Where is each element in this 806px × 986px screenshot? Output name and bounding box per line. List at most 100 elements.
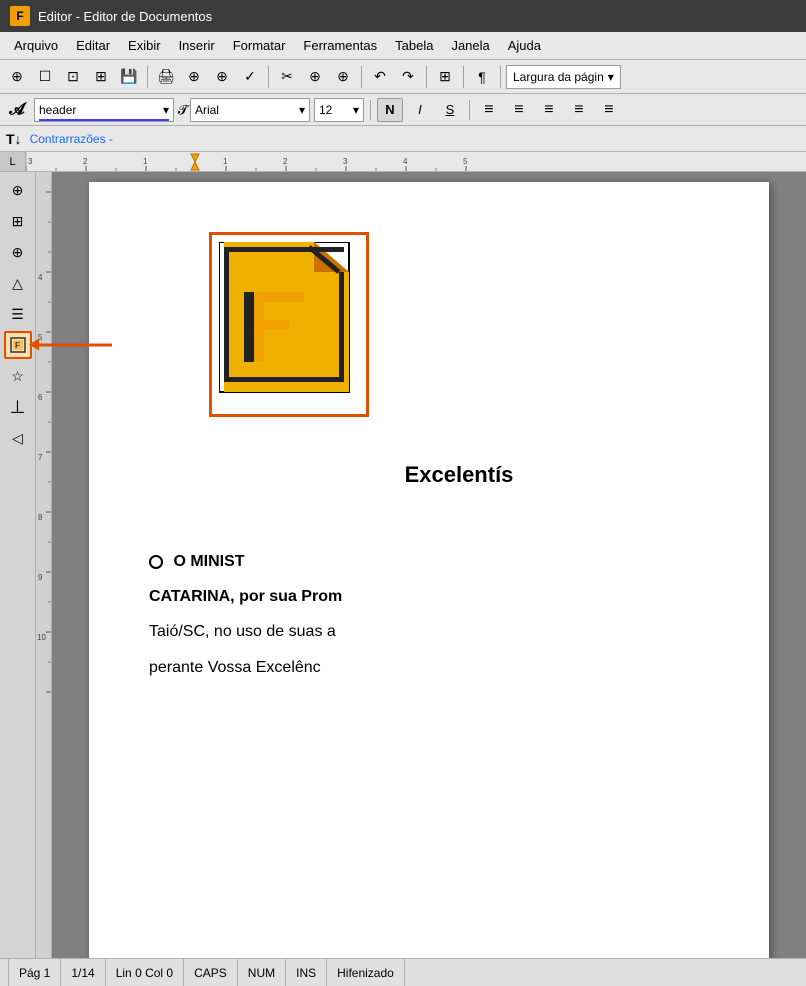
font-group: 𝓣 Arial ▾ [178,98,310,122]
title-bar: F Editor - Editor de Documentos [0,0,806,32]
menu-inserir[interactable]: Inserir [171,35,223,56]
tb-print-btn[interactable]: 🖨 [153,64,179,90]
style-dropdown[interactable]: header ▾ [34,98,174,122]
status-position: Lin 0 Col 0 [106,959,184,986]
italic-button[interactable]: I [407,98,433,122]
doc-para2: CATARINA, por sua Prom [149,583,709,610]
sidebar-btn-insert3[interactable]: ⊕ [4,238,32,266]
sidebar-btn-frame[interactable]: F [4,331,32,359]
menu-editar[interactable]: Editar [68,35,118,56]
tb-save2-btn[interactable]: ⊡ [60,64,86,90]
tb-pilcrow-btn[interactable]: ¶ [469,64,495,90]
menu-tabela[interactable]: Tabela [387,35,441,56]
tb-sep4 [426,66,427,88]
doc-para1: O MINIST [149,548,709,575]
svg-text:4: 4 [38,273,43,282]
tb-sep2 [268,66,269,88]
tb-new-btn[interactable]: ⊕ [4,64,30,90]
sidebar-btn-list[interactable]: ☰ [4,300,32,328]
vertical-ruler: 3 4 5 6 7 8 9 10 [36,172,52,958]
menu-arquivo[interactable]: Arquivo [6,35,66,56]
tb-open-btn[interactable]: ☐ [32,64,58,90]
doc-area[interactable]: Excelentís O MINIST CATARINA, por sua Pr… [52,172,806,958]
align-left-btn[interactable]: ≡ [476,98,502,122]
ruler-svg: 3 2 1 1 2 3 4 5 [26,152,806,171]
breadcrumb: Contrarrazões - [30,132,113,146]
pixel-art-icon [219,242,359,407]
tb-undo-btn[interactable]: ↶ [367,64,393,90]
tb-save-btn[interactable]: 💾 [116,64,142,90]
main-area: ⊕ ⊞ ⊕ △ ☰ F ☆ ⊥ ◁ [0,172,806,958]
doc-body: O MINIST CATARINA, por sua Prom Taió/SC,… [149,548,709,681]
tb-redo-btn[interactable]: ↷ [395,64,421,90]
svg-text:10: 10 [37,633,46,642]
frame-icon: F [10,337,26,353]
status-hyphen: Hifenizado [327,959,405,986]
tb-cut-btn[interactable]: ✂ [274,64,300,90]
sidebar-btn-table[interactable]: ⊞ [4,207,32,235]
svg-text:9: 9 [38,573,43,582]
tb-copy-btn[interactable]: ⊕ [302,64,328,90]
svg-text:7: 7 [38,453,43,462]
status-ins[interactable]: INS [286,959,327,986]
menu-janela[interactable]: Janela [443,35,497,56]
toolbar: ⊕ ☐ ⊡ ⊞ 💾 🖨 ⊕ ⊕ ✓ ✂ ⊕ ⊕ ↶ ↷ ⊞ ¶ Largura … [0,60,806,94]
tb-paste-btn[interactable]: ⊕ [330,64,356,90]
menu-exibir[interactable]: Exibir [120,35,169,56]
tb-sep5 [463,66,464,88]
tb-table-btn[interactable]: ⊞ [432,64,458,90]
status-caps[interactable]: CAPS [184,959,238,986]
underline-button[interactable]: S [437,98,463,122]
tb-save3-btn[interactable]: ⊞ [88,64,114,90]
doc-embedded-frame[interactable] [209,232,369,417]
menu-ajuda[interactable]: Ajuda [500,35,549,56]
indent-btn[interactable]: ≡ [596,98,622,122]
document-page: Excelentís O MINIST CATARINA, por sua Pr… [89,182,769,958]
tb-spell-btn[interactable]: ✓ [237,64,263,90]
align-justify-btn[interactable]: ≡ [566,98,592,122]
fmt-sep2 [469,100,470,120]
para-style-icon: 𝓐 [4,97,30,123]
ruler-corner[interactable]: L [0,152,26,172]
sidebar-btn-left[interactable]: ◁ [4,424,32,452]
app-icon: F [10,6,30,26]
status-num[interactable]: NUM [238,959,286,986]
svg-text:6: 6 [38,393,43,402]
tb-print2-btn[interactable]: ⊕ [181,64,207,90]
align-center-btn[interactable]: ≡ [506,98,532,122]
doc-content: Excelentís O MINIST CATARINA, por sua Pr… [149,462,709,681]
vertical-ruler-svg: 3 4 5 6 7 8 9 10 [36,172,52,958]
sidebar-btn-insert1[interactable]: ⊕ [4,176,32,204]
svg-text:3: 3 [28,157,33,166]
doc-para3: Taió/SC, no uso de suas a [149,618,709,645]
menu-bar: Arquivo Editar Exibir Inserir Formatar F… [0,32,806,60]
circle-bullet [149,555,163,569]
sidebar-btn-star[interactable]: ☆ [4,362,32,390]
doc-para4: perante Vossa Excelênc [149,654,709,681]
menu-ferramentas[interactable]: Ferramentas [295,35,385,56]
left-sidebar: ⊕ ⊞ ⊕ △ ☰ F ☆ ⊥ ◁ [0,172,36,958]
sidebar-btn-shapes[interactable]: △ [4,269,32,297]
tb-page-width-dropdown[interactable]: Largura da págin ▾ [506,65,621,89]
tb-sep6 [500,66,501,88]
sidebar-btn-arrow[interactable]: ⊥ [4,393,32,421]
status-page: Pág 1 [8,959,61,986]
bold-button[interactable]: N [377,98,403,122]
font-dropdown[interactable]: Arial ▾ [190,98,310,122]
svg-text:5: 5 [463,157,468,166]
status-bar: Pág 1 1/14 Lin 0 Col 0 CAPS NUM INS Hife… [0,958,806,986]
svg-text:3: 3 [343,157,348,166]
menu-formatar[interactable]: Formatar [225,35,294,56]
style-underline [39,119,169,121]
horizontal-ruler: L 3 2 1 1 2 3 4 [0,152,806,172]
svg-text:F: F [15,341,20,350]
doc-heading: Excelentís [149,462,709,488]
status-pages: 1/14 [61,959,105,986]
ruler-area: 3 2 1 1 2 3 4 5 [26,152,806,171]
tb-pdf-btn[interactable]: ⊕ [209,64,235,90]
tb-sep1 [147,66,148,88]
tb-sep3 [361,66,362,88]
align-right-btn[interactable]: ≡ [536,98,562,122]
svg-text:2: 2 [283,157,288,166]
size-dropdown[interactable]: 12 ▾ [314,98,364,122]
